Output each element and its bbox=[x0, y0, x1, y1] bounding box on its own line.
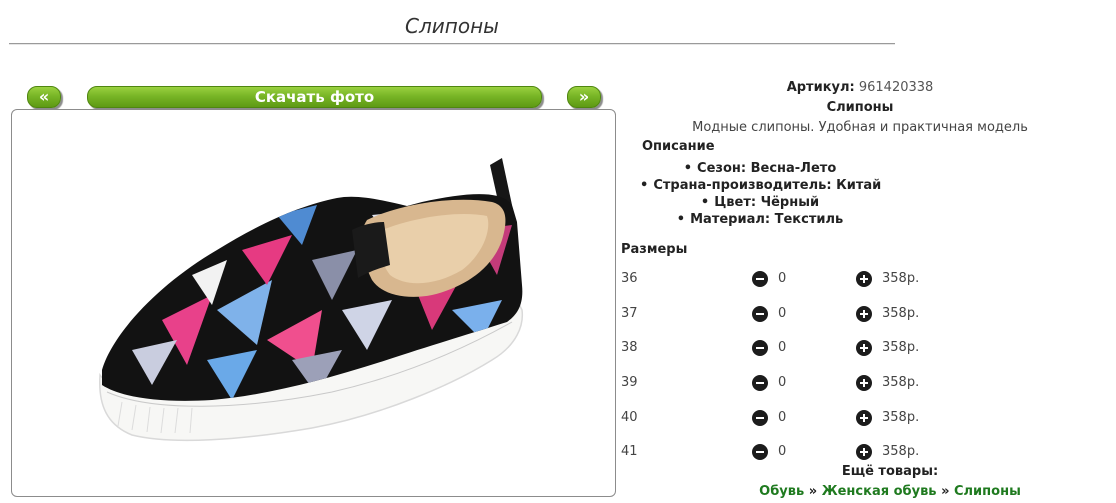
product-short-description: Модные слипоны. Удобная и практичная мод… bbox=[692, 120, 1028, 135]
breadcrumb-separator: » bbox=[808, 484, 818, 499]
price-value: 358р. bbox=[882, 444, 920, 459]
feature-item: Цвет: Чёрный bbox=[640, 194, 880, 211]
minus-icon[interactable] bbox=[752, 271, 768, 287]
plus-icon[interactable] bbox=[856, 306, 872, 322]
size-value: 39 bbox=[621, 375, 638, 390]
size-row: 36 0 358р. bbox=[620, 269, 940, 289]
minus-icon[interactable] bbox=[752, 340, 768, 356]
sizes-heading: Размеры bbox=[621, 242, 688, 257]
product-photo bbox=[11, 109, 616, 497]
plus-icon[interactable] bbox=[856, 271, 872, 287]
download-photo-button[interactable]: Скачать фото bbox=[87, 86, 542, 108]
article-line: Артикул: 961420338 bbox=[620, 80, 1100, 95]
description-heading: Описание bbox=[642, 139, 715, 154]
size-value: 41 bbox=[621, 444, 638, 459]
quantity-value: 0 bbox=[778, 375, 787, 390]
feature-item: Страна-производитель: Китай bbox=[640, 177, 881, 194]
more-products-heading: Ещё товары: bbox=[841, 464, 939, 479]
feature-list: Сезон: Весна-Лето Страна-производитель: … bbox=[640, 160, 881, 228]
prev-photo-button[interactable]: « bbox=[27, 86, 61, 108]
price-value: 358р. bbox=[882, 375, 920, 390]
size-row: 41 0 358р. bbox=[620, 442, 940, 462]
article-value: 961420338 bbox=[858, 80, 934, 95]
size-value: 37 bbox=[621, 306, 638, 321]
minus-icon[interactable] bbox=[752, 410, 768, 426]
next-photo-button[interactable]: » bbox=[567, 86, 601, 108]
size-value: 40 bbox=[621, 410, 638, 425]
plus-icon[interactable] bbox=[856, 444, 872, 460]
plus-icon[interactable] bbox=[856, 375, 872, 391]
price-value: 358р. bbox=[882, 340, 920, 355]
shoe-image bbox=[98, 158, 524, 442]
quantity-value: 0 bbox=[778, 306, 787, 321]
breadcrumb-link-shoes[interactable]: Обувь bbox=[759, 484, 804, 499]
plus-icon[interactable] bbox=[856, 340, 872, 356]
quantity-value: 0 bbox=[778, 340, 787, 355]
breadcrumb-link-slip-ons[interactable]: Слипоны bbox=[954, 484, 1021, 499]
size-value: 38 bbox=[621, 340, 638, 355]
size-value: 36 bbox=[621, 271, 638, 286]
minus-icon[interactable] bbox=[752, 375, 768, 391]
plus-icon[interactable] bbox=[856, 410, 872, 426]
page-title: Слипоны bbox=[405, 14, 499, 38]
breadcrumb: Обувь » Женская обувь » Слипоны bbox=[620, 484, 1116, 499]
quantity-value: 0 bbox=[778, 444, 787, 459]
size-row: 38 0 358р. bbox=[620, 338, 940, 358]
feature-item: Материал: Текстиль bbox=[640, 211, 880, 228]
size-row: 37 0 358р. bbox=[620, 304, 940, 324]
price-value: 358р. bbox=[882, 306, 920, 321]
size-row: 40 0 358р. bbox=[620, 408, 940, 428]
title-divider bbox=[9, 43, 895, 44]
quantity-value: 0 bbox=[778, 271, 787, 286]
breadcrumb-link-womens-shoes[interactable]: Женская обувь bbox=[822, 484, 937, 499]
product-name: Слипоны bbox=[826, 100, 894, 115]
breadcrumb-separator: » bbox=[941, 484, 950, 499]
minus-icon[interactable] bbox=[752, 306, 768, 322]
feature-item: Сезон: Весна-Лето bbox=[640, 160, 880, 177]
quantity-value: 0 bbox=[778, 410, 787, 425]
minus-icon[interactable] bbox=[752, 444, 768, 460]
size-row: 39 0 358р. bbox=[620, 373, 940, 393]
article-label: Артикул: bbox=[786, 80, 855, 95]
price-value: 358р. bbox=[882, 410, 920, 425]
price-value: 358р. bbox=[882, 271, 920, 286]
